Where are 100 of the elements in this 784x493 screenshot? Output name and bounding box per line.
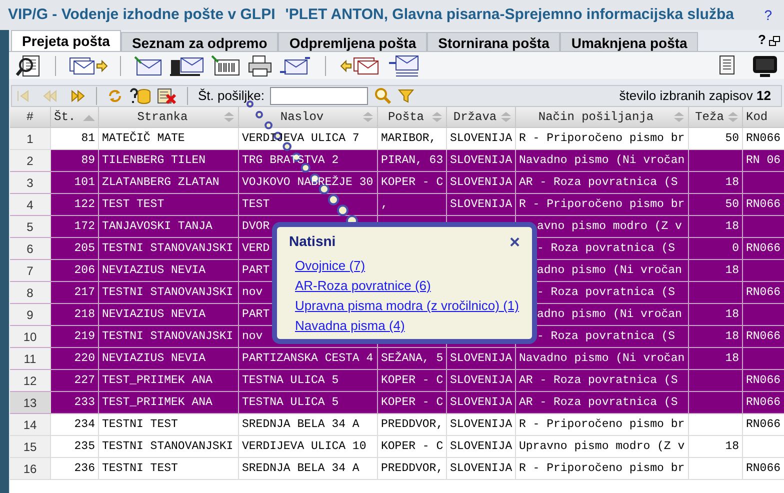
table-cell-text: SLOVENIJA (450, 350, 512, 367)
record-count: število izbranih zapisov 12 (619, 87, 772, 106)
table-cell-text: 50 (725, 196, 739, 213)
table-cell-text: RN066 (746, 196, 781, 213)
table-cell-text: 18 (725, 174, 739, 191)
table-cell-text: nov (242, 328, 263, 345)
table-cell-text: 81 (81, 130, 95, 147)
table-cell-text: 206 (74, 262, 95, 279)
table-cell-text: 235 (74, 438, 95, 455)
row-number: 8 (10, 282, 51, 303)
table-cell-text: nov (242, 284, 263, 301)
popup-title: Natisni (289, 232, 336, 251)
row-number: 12 (10, 370, 51, 391)
table-cell-text: 50 (725, 130, 739, 147)
table-cell-text: MATEČIČ MATE (102, 130, 185, 147)
table-cell-text: SLOVENIJA (450, 174, 512, 191)
table-cell-text: NEVIAZIUS NEVIA (102, 350, 206, 367)
table-cell-text: AR - Roza povratnica (S (519, 394, 678, 411)
table-cell-text: 205 (74, 240, 95, 257)
table-cell-text: 18 (725, 350, 739, 367)
table-cell-text: TESTNI STANOVANJSKI (102, 240, 234, 257)
table-cell-text: RN066 (746, 372, 781, 389)
table-cell-text: 233 (74, 394, 95, 411)
table-cell-text: 172 (74, 218, 95, 235)
table-cell-text: TEST TEST (102, 196, 164, 213)
table-cell-text: 236 (74, 460, 95, 477)
table-cell-text: KOPER - C (381, 372, 444, 389)
row-number: 2 (10, 150, 51, 171)
table-cell-text: SLOVENIJA (450, 460, 512, 477)
table-cell-text: TESTNA ULICA 5 (242, 372, 339, 389)
table-cell-text: NEVIAZIUS NEVIA (102, 262, 206, 279)
window-title: VIP/G - Vodenje izhodne pošte v GLPI (8, 4, 276, 25)
row-number: 10 (10, 326, 51, 347)
table-cell-text: - Roza povratnica (S (537, 284, 676, 301)
table-cell-text: 220 (74, 350, 95, 367)
search-label: Št. pošiljke: (198, 87, 264, 106)
table-cell-text: VERDIJEVA ULICA 7 (242, 130, 360, 147)
table-cell-text: 218 (74, 306, 95, 323)
table-cell-text: SLOVENIJA (450, 130, 512, 147)
table-cell-text: TESTNI STANOVANJSKI (102, 438, 234, 455)
table-cell-text: TESTNA ULICA 5 (242, 394, 339, 411)
table-cell-text: SLOVENIJA (450, 372, 512, 389)
table-cell-text: 18 (725, 262, 739, 279)
table-cell-text: SLOVENIJA (450, 416, 512, 433)
table-cell-text: TESTNI TEST (102, 460, 178, 477)
table-cell-text: 217 (74, 284, 95, 301)
table-cell-text: AR - Roza povratnica (S (519, 174, 678, 191)
table-cell-text: SLOVENIJA (450, 394, 512, 411)
table-cell-text: SLOVENIJA (450, 196, 512, 213)
table-cell-text: SREDNJA BELA 34 A (242, 416, 360, 433)
row-number: 13 (10, 392, 51, 413)
table-cell-text: RN066 (746, 240, 781, 257)
table-cell-text: RN066 (746, 284, 781, 301)
table-cell-text: PART (242, 306, 270, 323)
table-cell-text: PREDDVOR, (381, 416, 444, 433)
table-cell-text: KOPER - C (381, 438, 444, 455)
table-cell-text: 227 (74, 372, 95, 389)
table-cell-text: RN066 (746, 416, 781, 433)
table-cell-text: TESTNI STANOVANJSKI (102, 328, 234, 345)
table-cell-text: RN066 (746, 130, 781, 147)
table-cell-text: PIRAN, 63 (381, 152, 444, 169)
row-number: 1 (10, 128, 51, 149)
table-cell-text: VERD (242, 240, 270, 257)
table-cell-text: RN066 (746, 394, 781, 411)
table-cell-text: R - Priporočeno pismo br (519, 196, 685, 213)
table-cell-text: Upravno pismo modro (Z v (519, 438, 685, 455)
table-cell-text: avno pismo modro (Z v (537, 218, 682, 235)
table-cell-text: 219 (74, 328, 95, 345)
table-cell-text: TEST_PRIIMEK ANA (102, 372, 212, 389)
row-number: 15 (10, 436, 51, 457)
table-cell-text: VERDIJEVA ULICA 10 (242, 438, 366, 455)
table-cell-text: AR - Roza povratnica (S (519, 372, 678, 389)
table-cell-text: 89 (81, 152, 95, 169)
table-cell-text: PART (242, 262, 270, 279)
table-cell-text: VOJKOVO NABREŽJE 30 (242, 174, 374, 191)
table-cell-text: R - Priporočeno pismo br (519, 460, 685, 477)
table-cell-text: SLOVENIJA (450, 438, 512, 455)
table-cell-text: TILENBERG TILEN (102, 152, 206, 169)
table-cell-text: Navadno pismo (Ni vročan (519, 350, 685, 367)
row-number: 3 (10, 172, 51, 193)
table-cell-text: RN066 (746, 328, 781, 345)
table-cell-text: TEST_PRIIMEK ANA (102, 394, 212, 411)
row-number: 14 (10, 414, 51, 435)
table-cell-text: TEST (242, 196, 270, 213)
row-number: 16 (10, 458, 51, 479)
row-number: 11 (10, 348, 51, 369)
table-cell-text: 18 (725, 328, 739, 345)
table-cell-text: 122 (74, 196, 95, 213)
table-cell-text: DVOR (242, 218, 270, 235)
table-cell-text: RN066 (746, 460, 781, 477)
table-cell-text: PREDDVOR, (381, 460, 444, 477)
row-number: 4 (10, 194, 51, 215)
user-info: 'PLET ANTON, Glavna pisarna-Sprejemno informacijska služba (285, 4, 734, 25)
table-cell-text: TESTNI STANOVANJSKI (102, 284, 234, 301)
table-cell-text: NEVIAZIUS NEVIA (102, 306, 206, 323)
table-cell-text: , (381, 196, 388, 213)
table-cell-text: 18 (725, 438, 739, 455)
table-cell-text: SEŽANA, 5 (381, 350, 444, 367)
table-cell-text: adno pismo (Ni vročan (537, 262, 682, 279)
table-cell-text: TANJAVOSKI TANJA (102, 218, 212, 235)
